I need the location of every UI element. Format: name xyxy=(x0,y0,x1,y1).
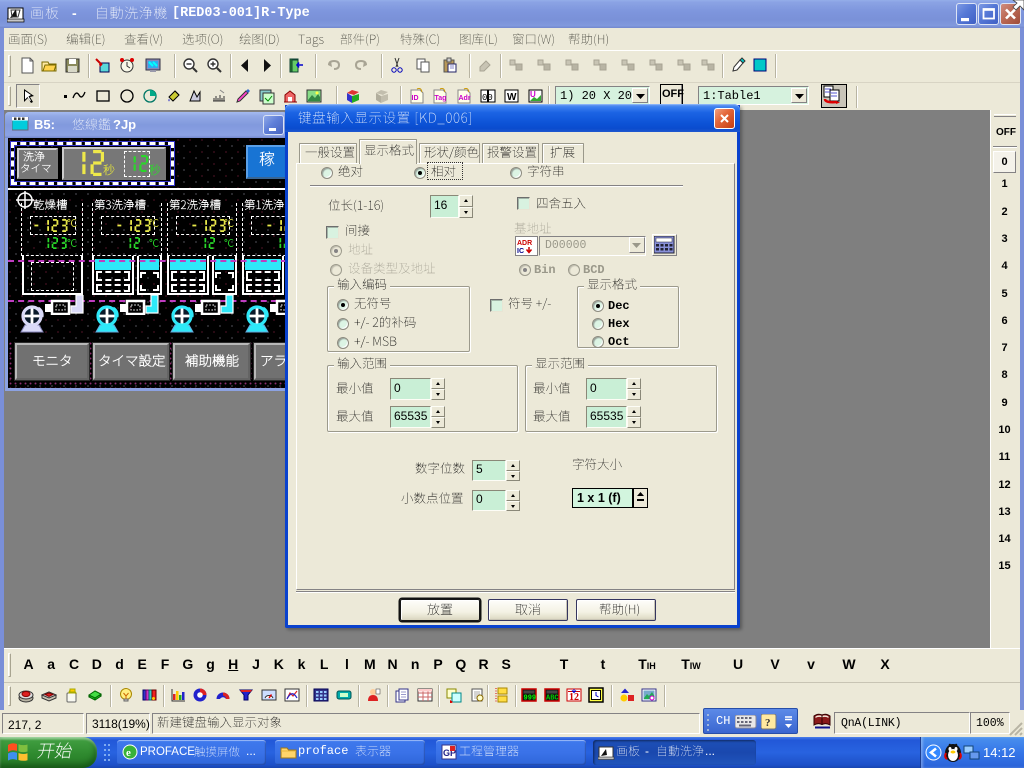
svg-text:999: 999 xyxy=(524,695,537,703)
svg-text:00: 00 xyxy=(482,93,493,103)
svg-text:ID: ID xyxy=(412,95,419,102)
svg-text:IC: IC xyxy=(517,248,524,255)
svg-text:?: ? xyxy=(765,717,771,729)
svg-text:ADR: ADR xyxy=(517,240,532,247)
svg-text:12: 12 xyxy=(569,692,579,703)
svg-text:Tag: Tag xyxy=(435,95,447,102)
svg-text:Adr: Adr xyxy=(459,95,471,102)
svg-text:U: U xyxy=(530,90,536,99)
svg-text:ABC: ABC xyxy=(546,695,559,703)
svg-text:W: W xyxy=(507,92,517,103)
svg-text:e: e xyxy=(126,747,131,759)
